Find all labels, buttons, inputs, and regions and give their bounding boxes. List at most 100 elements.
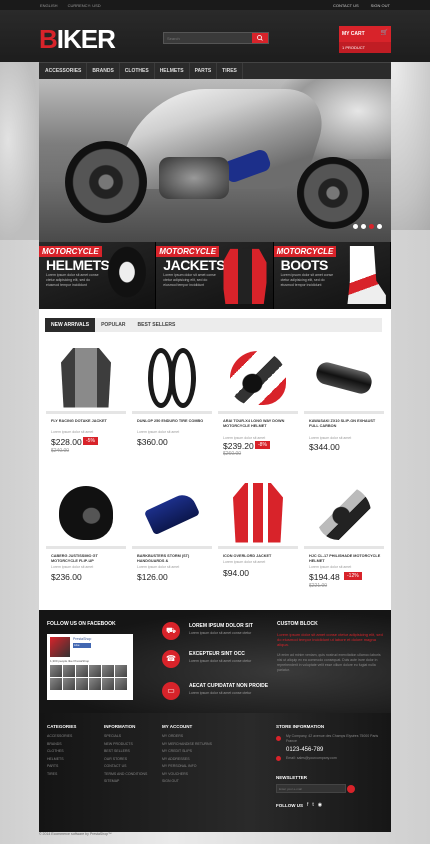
slider-dot-active[interactable]: [369, 224, 374, 229]
product-name[interactable]: DUNLOP 250 ENDURO TIRE COMBO: [137, 419, 209, 424]
footer-link[interactable]: PARTS: [47, 764, 107, 768]
product-name[interactable]: FLY RACING DOTAKE JACKET: [51, 419, 123, 424]
rss-icon[interactable]: ◉: [318, 802, 322, 808]
search-input[interactable]: [164, 33, 252, 43]
store-email[interactable]: Email: sales@yourcompany.com: [286, 756, 386, 760]
language-selector[interactable]: ENGLISH: [40, 3, 58, 8]
footer-link[interactable]: SPECIALS: [104, 734, 164, 738]
tab-new-arrivals[interactable]: NEW ARRIVALS: [45, 318, 96, 332]
cart-widget[interactable]: MY CART 🛒 1 PRODUCT: [339, 26, 391, 58]
footer-link[interactable]: CONTACT US: [104, 764, 164, 768]
product-image[interactable]: [218, 340, 298, 415]
product-image[interactable]: [132, 340, 212, 415]
footer-link[interactable]: TERMS AND CONDITIONS: [104, 772, 164, 776]
footer-link[interactable]: HELMETS: [47, 757, 107, 761]
slider-dot[interactable]: [377, 224, 382, 229]
product-name[interactable]: HJC CL-17 PHILISHADE MOTORCYCLE HELMET: [309, 554, 381, 564]
newsletter-input[interactable]: [277, 785, 335, 792]
product-desc: Lorem ipsum dolor sit amet: [51, 565, 94, 569]
nav-item-accessories[interactable]: ACCESSORIES: [39, 63, 88, 79]
product-card[interactable]: ARAI TOUR-X4 LONG WAY DOWN MOTORCYCLE HE…: [218, 340, 298, 462]
newsletter-submit-button[interactable]: [347, 785, 355, 793]
facebook-icon[interactable]: f: [307, 802, 308, 808]
product-price: $236.00: [51, 572, 82, 582]
footer-link[interactable]: MY ORDERS: [162, 734, 222, 738]
product-name[interactable]: BARKBUSTERS STORM (ST) HANDGUARDS &: [137, 554, 209, 564]
motorcycle-engine: [159, 157, 229, 199]
jacket-image: [220, 248, 269, 304]
search-button[interactable]: [252, 33, 268, 43]
product-image[interactable]: [46, 340, 126, 415]
footer-link[interactable]: OUR STORES: [104, 757, 164, 761]
hero-slider[interactable]: [39, 79, 391, 242]
product-card[interactable]: HJC CL-17 PHILISHADE MOTORCYCLE HELMET L…: [304, 475, 384, 597]
facebook-page-name[interactable]: PrestaShop: [73, 637, 91, 641]
nav-item-tires[interactable]: TIRES: [217, 63, 243, 79]
contact-link[interactable]: CONTACT US: [333, 3, 359, 8]
product-name[interactable]: ICON OVERLORD JACKET: [223, 554, 295, 559]
header: BIKER MY CART 🛒 1 PRODUCT: [0, 10, 430, 62]
avatar: [76, 665, 88, 677]
product-card[interactable]: FLY RACING DOTAKE JACKET Lorem ipsum dol…: [46, 340, 126, 462]
motorcycle-rear-wheel: [65, 141, 147, 223]
footer-link[interactable]: SIGN OUT: [162, 779, 222, 783]
facebook-title: FOLLOW US ON FACEBOOK: [47, 621, 116, 627]
footer-link[interactable]: SITEMAP: [104, 779, 164, 783]
slider-dot[interactable]: [361, 224, 366, 229]
slider-dot[interactable]: [353, 224, 358, 229]
store-information: STORE INFORMATION My Company, 42 avenue …: [276, 724, 386, 761]
product-card[interactable]: DUNLOP 250 ENDURO TIRE COMBO Lorem ipsum…: [132, 340, 212, 462]
facebook-widget[interactable]: PrestaShop Like 1,300 people like Presta…: [47, 634, 133, 700]
footer-link[interactable]: MY VOUCHERS: [162, 772, 222, 776]
banner-jackets[interactable]: MOTORCYCLE JACKETS Lorem ipsum dolor sit…: [156, 242, 274, 309]
facebook-like-button[interactable]: Like: [73, 643, 91, 648]
product-tabs: NEW ARRIVALS POPULAR BEST SELLERS: [45, 318, 382, 332]
tab-best-sellers[interactable]: BEST SELLERS: [132, 318, 182, 332]
banner-boots[interactable]: MOTORCYCLE BOOTS Lorem ipsum dolor sit a…: [273, 242, 391, 309]
footer-link[interactable]: ACCESSORIES: [47, 734, 107, 738]
product-card[interactable]: CABERG JUSTISSIMO GT MOTORCYCLE FLIP-UP …: [46, 475, 126, 597]
custom-block-red-text: Lorem ipsum dolor sit amet conse ctetur …: [277, 632, 383, 647]
product-image[interactable]: [46, 475, 126, 550]
avatar: [50, 678, 62, 690]
footer-link[interactable]: NEW PRODUCTS: [104, 742, 164, 746]
footer-bottom: CATEGORIES ACCESSORIES BRANDS CLOTHES HE…: [39, 713, 391, 832]
nav-item-helmets[interactable]: HELMETS: [155, 63, 190, 79]
product-card[interactable]: KAWASAKI ZX10 SLIP-ON EXHAUST FULL CARBO…: [304, 340, 384, 462]
footer-link[interactable]: BEST SELLERS: [104, 749, 164, 753]
product-name[interactable]: ARAI TOUR-X4 LONG WAY DOWN MOTORCYCLE HE…: [223, 419, 295, 429]
category-banners: MOTORCYCLE HELMETS Lorem ipsum dolor sit…: [39, 242, 391, 309]
custom-block-title: CUSTOM BLOCK: [277, 621, 318, 627]
footer-link[interactable]: MY MERCHANDISE RETURNS: [162, 742, 222, 746]
logo[interactable]: BIKER: [39, 24, 116, 55]
product-price: $228.00: [51, 437, 82, 447]
old-price: $240.00: [51, 448, 70, 454]
tab-popular[interactable]: POPULAR: [95, 318, 131, 332]
footer-link[interactable]: MY CREDIT SLIPS: [162, 749, 222, 753]
signout-link[interactable]: SIGN OUT: [371, 3, 390, 8]
footer-link[interactable]: CLOTHES: [47, 749, 107, 753]
nav-item-brands[interactable]: BRANDS: [87, 63, 120, 79]
twitter-icon[interactable]: t: [312, 802, 313, 808]
footer-col-title: MY ACCOUNT: [162, 724, 193, 729]
currency-selector[interactable]: CURRENCY: USD: [68, 3, 101, 8]
product-name[interactable]: KAWASAKI ZX10 SLIP-ON EXHAUST FULL CARBO…: [309, 419, 381, 429]
nav-item-clothes[interactable]: CLOTHES: [120, 63, 155, 79]
product-image[interactable]: [132, 475, 212, 550]
product-card[interactable]: BARKBUSTERS STORM (ST) HANDGUARDS & Lore…: [132, 475, 212, 597]
avatar: [76, 678, 88, 690]
product-image[interactable]: [218, 475, 298, 550]
footer-link[interactable]: TIRES: [47, 772, 107, 776]
product-image[interactable]: [304, 340, 384, 415]
banner-helmets[interactable]: MOTORCYCLE HELMETS Lorem ipsum dolor sit…: [39, 242, 157, 309]
footer-link[interactable]: MY PERSONAL INFO: [162, 764, 222, 768]
product-card[interactable]: ICON OVERLORD JACKET Lorem ipsum dolor s…: [218, 475, 298, 597]
avatar: [102, 678, 114, 690]
footer-link[interactable]: BRANDS: [47, 742, 107, 746]
product-name[interactable]: CABERG JUSTISSIMO GT MOTORCYCLE FLIP-UP: [51, 554, 123, 564]
footer-col-title: CATEGORIES: [47, 724, 77, 729]
footer-link[interactable]: MY ADDRESSES: [162, 757, 222, 761]
product-image[interactable]: [304, 475, 384, 550]
nav-item-parts[interactable]: PARTS: [190, 63, 218, 79]
product-desc: Lorem ipsum dolor sit amet: [223, 560, 266, 564]
